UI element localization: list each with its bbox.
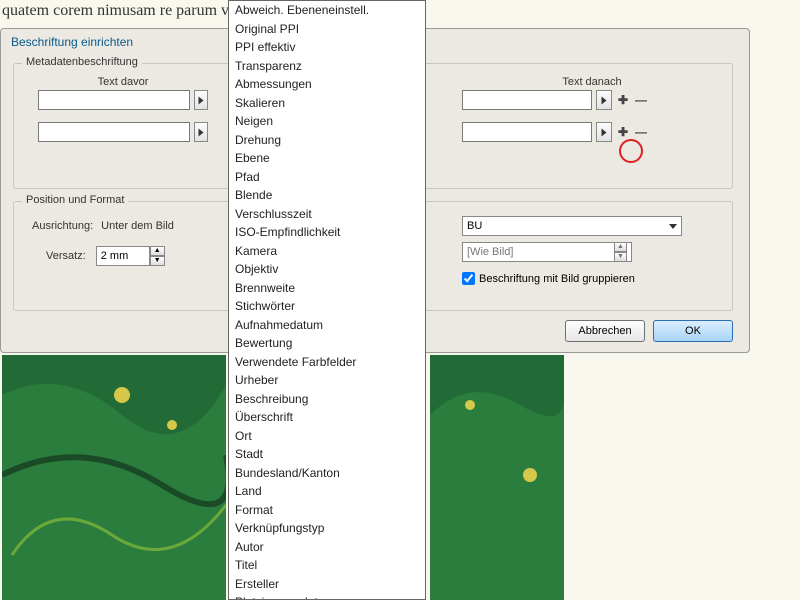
dropdown-item[interactable]: Kamera [229, 242, 425, 261]
offset-label: Versatz: [46, 250, 86, 262]
dropdown-item[interactable]: Verknüpfungstyp [229, 519, 425, 538]
cancel-button[interactable]: Abbrechen [565, 320, 645, 342]
dropdown-item[interactable]: Land [229, 482, 425, 501]
dropdown-item[interactable]: Aufnahmedatum [229, 316, 425, 335]
dropdown-item[interactable]: Skalieren [229, 94, 425, 113]
group-with-image-input[interactable] [462, 272, 475, 285]
text-after-input-2[interactable] [462, 122, 592, 142]
dropdown-item[interactable]: Titel [229, 556, 425, 575]
offset-down[interactable]: ▼ [150, 256, 165, 266]
dropdown-item[interactable]: Autor [229, 538, 425, 557]
ok-button[interactable]: OK [653, 320, 733, 342]
dropdown-item[interactable]: Ebene [229, 149, 425, 168]
dropdown-item[interactable]: Verwendete Farbfelder [229, 353, 425, 372]
dropdown-item[interactable]: Abweich. Ebeneneinstell. [229, 1, 425, 20]
dropdown-item[interactable]: Überschrift [229, 408, 425, 427]
dropdown-item[interactable]: Ersteller [229, 575, 425, 594]
layer-value: [Wie Bild] [467, 246, 513, 258]
text-before-input-2[interactable] [38, 122, 190, 142]
alignment-label: Ausrichtung: [32, 220, 93, 232]
metadata-dropdown-list[interactable]: Abweich. Ebeneneinstell.Original PPIPPI … [228, 0, 426, 600]
text-after-menu-1[interactable] [596, 90, 612, 110]
dropdown-item[interactable]: Format [229, 501, 425, 520]
dropdown-item[interactable]: Neigen [229, 112, 425, 131]
text-before-menu-1[interactable] [194, 90, 208, 110]
dropdown-item[interactable]: Original PPI [229, 20, 425, 39]
dropdown-item[interactable]: Ort [229, 427, 425, 446]
layer-select[interactable]: [Wie Bild] ▲▼ [462, 242, 632, 262]
dropdown-item[interactable]: Stadt [229, 445, 425, 464]
alignment-value: Unter dem Bild [101, 220, 174, 232]
dropdown-item[interactable]: Abmessungen [229, 75, 425, 94]
dropdown-item[interactable]: Urheber [229, 371, 425, 390]
text-after-menu-2[interactable] [596, 122, 612, 142]
text-before-input-1[interactable] [38, 90, 190, 110]
dropdown-item[interactable]: Drehung [229, 131, 425, 150]
text-before-menu-2[interactable] [194, 122, 208, 142]
remove-row-button-2[interactable]: — [634, 125, 648, 139]
dropdown-item[interactable]: Verschlusszeit [229, 205, 425, 224]
remove-row-button-1[interactable]: — [634, 93, 648, 107]
paragraph-style-value: BU [467, 220, 482, 232]
group-with-image-checkbox[interactable]: Beschriftung mit Bild gruppieren [462, 272, 712, 285]
dropdown-item[interactable]: Bundesland/Kanton [229, 464, 425, 483]
add-row-button-2[interactable]: ✚ [616, 125, 630, 139]
dropdown-item[interactable]: Pfad [229, 168, 425, 187]
dropdown-item[interactable]: Brennweite [229, 279, 425, 298]
dropdown-item[interactable]: Platzierungsdatum [229, 593, 425, 600]
offset-input[interactable] [96, 246, 150, 266]
dropdown-item[interactable]: Stichwörter [229, 297, 425, 316]
text-after-label: Text danach [462, 76, 722, 88]
offset-spinner[interactable]: ▲▼ [96, 246, 165, 266]
dropdown-item[interactable]: PPI effektiv [229, 38, 425, 57]
text-after-input-1[interactable] [462, 90, 592, 110]
paragraph-style-select[interactable]: BU [462, 216, 682, 236]
dropdown-item[interactable]: Transparenz [229, 57, 425, 76]
dropdown-item[interactable]: Blende [229, 186, 425, 205]
text-before-label: Text davor [38, 76, 208, 88]
placed-image-right [430, 355, 564, 600]
position-group-label: Position und Format [22, 194, 128, 206]
group-with-image-label: Beschriftung mit Bild gruppieren [479, 273, 635, 285]
dropdown-item[interactable]: Bewertung [229, 334, 425, 353]
dropdown-item[interactable]: ISO-Empfindlichkeit [229, 223, 425, 242]
dropdown-item[interactable]: Objektiv [229, 260, 425, 279]
metadata-group-label: Metadatenbeschriftung [22, 56, 142, 68]
add-row-button-1[interactable]: ✚ [616, 93, 630, 107]
offset-up[interactable]: ▲ [150, 246, 165, 256]
placed-image-left [2, 355, 226, 600]
dropdown-item[interactable]: Beschreibung [229, 390, 425, 409]
